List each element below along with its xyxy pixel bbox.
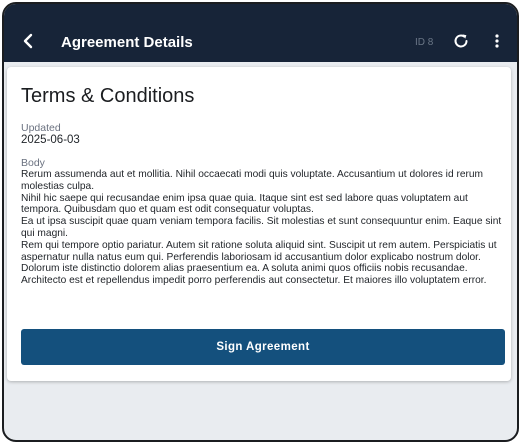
arrow-left-icon	[23, 33, 33, 49]
body-paragraph: Rerum assumenda aut et mollitia. Nihil o…	[21, 169, 484, 192]
app-bar: Agreement Details ID 8	[4, 4, 517, 62]
body-text: Rerum assumenda aut et mollitia. Nihil o…	[21, 169, 507, 287]
document-title: Terms & Conditions	[21, 85, 195, 107]
page-title: Agreement Details	[61, 34, 193, 51]
record-id-label: ID 8	[415, 37, 434, 48]
agreement-card: Terms & Conditions Updated 2025-06-03 Bo…	[7, 67, 511, 381]
body-paragraph: Nihil hic saepe qui recusandae enim ipsa…	[21, 192, 468, 216]
body-paragraph: Ea ut ipsa suscipit quae quam veniam tem…	[21, 216, 502, 239]
body-paragraph: Dolorum iste distinctio dolorem alias pr…	[21, 263, 487, 287]
body-label: Body	[21, 157, 45, 169]
sign-agreement-button[interactable]: Sign Agreement	[21, 329, 505, 365]
updated-label: Updated	[21, 122, 61, 134]
more-options-button[interactable]	[492, 32, 502, 50]
device-frame: Agreement Details ID 8 Terms & Condition…	[2, 2, 519, 442]
refresh-button[interactable]	[452, 32, 470, 50]
back-button[interactable]	[18, 31, 38, 51]
updated-value: 2025-06-03	[21, 134, 80, 146]
body-paragraph: Rem qui tempore optio pariatur. Autem si…	[21, 239, 497, 263]
refresh-icon	[454, 34, 468, 48]
more-vertical-icon	[495, 34, 499, 48]
